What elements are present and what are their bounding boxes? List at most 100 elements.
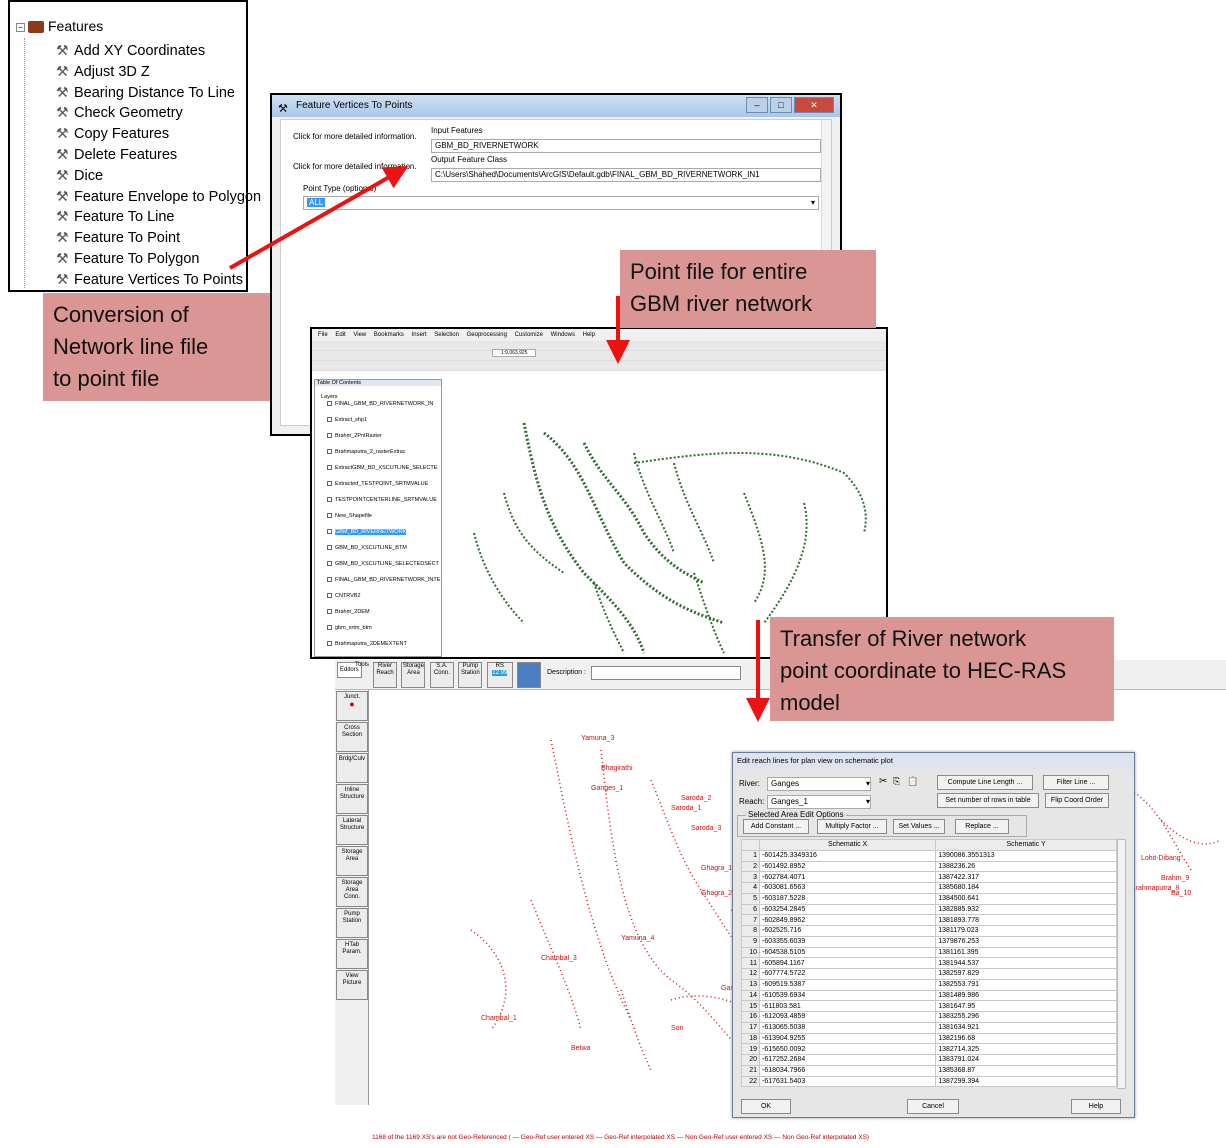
tool-item[interactable]: ⚒ Copy Features — [56, 123, 261, 144]
paste-icon[interactable]: 📋 — [907, 776, 918, 787]
cell-schematic-x[interactable]: -611803.581 — [758, 1000, 937, 1012]
htab-param-button[interactable]: HTab Param. — [336, 939, 368, 969]
sa-conn-button[interactable]: S.A. Conn. — [429, 662, 454, 688]
features-toolset[interactable]: − Features — [16, 18, 103, 34]
toc-layer[interactable]: New_Shapefile — [315, 512, 441, 528]
table-row[interactable]: 15 -611803.581 1381647.95 — [741, 1000, 1117, 1012]
cell-schematic-y[interactable]: 1382597.829 — [935, 968, 1117, 980]
tool-item[interactable]: ⚒ Adjust 3D Z — [56, 61, 261, 82]
arcmap-toolbar-1[interactable]: 1:9,063,925 — [312, 341, 886, 357]
cell-schematic-y[interactable]: 1382196.68 — [935, 1032, 1117, 1045]
cell-schematic-y[interactable]: 1381179.023 — [935, 925, 1117, 937]
cell-schematic-x[interactable]: -609519.5387 — [758, 978, 937, 991]
cell-schematic-y[interactable]: 1381944.537 — [935, 957, 1117, 969]
layer-checkbox[interactable] — [327, 417, 332, 423]
table-row[interactable]: 2 -601492.8952 1388236.26 — [741, 860, 1117, 873]
layer-checkbox[interactable] — [327, 513, 332, 519]
tool-item-feature-vertices[interactable]: ⚒ Feature Vertices To Points — [56, 269, 261, 290]
cell-schematic-x[interactable]: -607774.5722 — [758, 968, 937, 980]
tool-item[interactable]: ⚒ Check Geometry — [56, 102, 261, 123]
table-row[interactable]: 5 -603187.5228 1384500.641 — [741, 892, 1117, 905]
tool-item[interactable]: ⚒ Dice — [56, 165, 261, 186]
toc-layer[interactable]: TESTPOINTCENTERLINE_SRTMVALUE — [315, 496, 441, 512]
cancel-button[interactable]: Cancel — [907, 1099, 959, 1114]
tools-tab[interactable]: Tools — [355, 662, 369, 668]
cell-schematic-x[interactable]: -613904.9255 — [758, 1032, 937, 1045]
junction-button[interactable]: Junct. ● — [336, 691, 368, 721]
toc-layer[interactable]: Extract_shp1 — [315, 416, 441, 432]
compute-line-length-button[interactable]: Compute Line Length ... — [937, 775, 1033, 790]
table-row[interactable]: 12 -607774.5722 1382597.829 — [741, 968, 1117, 980]
point-type-select[interactable]: ALL ▾ — [303, 196, 819, 210]
cell-schematic-x[interactable]: -617631.5403 — [758, 1075, 937, 1088]
toc-layer[interactable]: Brahmaputra_2_rasterExtrac — [315, 448, 441, 464]
cell-schematic-y[interactable]: 1390086.3551313 — [935, 849, 1117, 862]
cell-schematic-y[interactable]: 1382714.325 — [935, 1043, 1117, 1055]
tool-item[interactable]: ⚒ Feature To Line — [56, 206, 261, 227]
layer-checkbox[interactable] — [327, 609, 332, 615]
toc-layer[interactable]: GBM_BD_RIVERNETWORK — [315, 528, 441, 544]
reach-select[interactable]: Ganges_1 ▾ — [767, 795, 871, 809]
layer-checkbox[interactable] — [327, 577, 332, 583]
flip-coord-button[interactable]: Flip Coord Order — [1045, 793, 1109, 808]
toc-layer[interactable]: Brahm_2PntRaster — [315, 432, 441, 448]
table-scrollbar[interactable] — [1117, 839, 1126, 1089]
cell-schematic-x[interactable]: -603187.5228 — [758, 892, 937, 905]
scale-field[interactable]: 1:9,063,925 — [492, 349, 537, 357]
layer-checkbox[interactable] — [327, 641, 332, 647]
map-icon-button[interactable] — [517, 662, 542, 688]
collapse-icon[interactable]: − — [16, 22, 25, 32]
maximize-button[interactable]: □ — [770, 97, 792, 113]
table-row[interactable]: 18 -613904.9255 1382196.68 — [741, 1032, 1117, 1045]
tool-item[interactable]: ⚒ Delete Features — [56, 144, 261, 165]
cell-schematic-y[interactable]: 1385680.184 — [935, 882, 1117, 894]
bridge-culvert-button[interactable]: Brdg/Culv — [336, 753, 368, 783]
table-row[interactable]: 8 -602525.716 1381179.023 — [741, 925, 1117, 937]
cell-schematic-x[interactable]: -603355.6039 — [758, 935, 937, 948]
cell-schematic-y[interactable]: 1384500.641 — [935, 892, 1117, 905]
tool-item[interactable]: ⚒ Feature To Point — [56, 227, 261, 248]
multiply-factor-button[interactable]: Multiply Factor ... — [817, 819, 887, 834]
input-features-field[interactable]: GBM_BD_RIVERNETWORK — [431, 139, 821, 153]
set-rows-button[interactable]: Set number of rows in table — [937, 793, 1039, 808]
toc-layer[interactable]: GBM_BD_XSCUTLINE_SELECTEDSECT — [315, 560, 441, 576]
layer-checkbox[interactable] — [327, 481, 332, 487]
cell-schematic-y[interactable]: 1381489.986 — [935, 989, 1117, 1002]
table-row[interactable]: 20 -617252.2684 1383791.024 — [741, 1054, 1117, 1066]
output-class-field[interactable]: C:\Users\Shahed\Documents\ArcGIS\Default… — [431, 168, 821, 182]
arcmap-toolbar-3[interactable] — [312, 361, 886, 371]
arcmap-toolbar-2[interactable] — [312, 351, 886, 361]
table-row[interactable]: 6 -603254.2845 1382885.932 — [741, 903, 1117, 916]
ok-button[interactable]: OK — [741, 1099, 791, 1114]
table-row[interactable]: 22 -617631.5403 1387299.394 — [741, 1075, 1117, 1088]
cell-schematic-y[interactable]: 1381647.95 — [935, 1000, 1117, 1012]
layer-checkbox[interactable] — [327, 529, 332, 535]
arcmap-menubar[interactable]: File Edit View Bookmarks Insert Selectio… — [312, 329, 886, 341]
table-row[interactable]: 10 -604538.5105 1381161.395 — [741, 946, 1117, 959]
cell-schematic-x[interactable]: -613065.5038 — [758, 1021, 937, 1034]
table-row[interactable]: 3 -602784.4071 1387422.317 — [741, 871, 1117, 883]
cell-schematic-x[interactable]: -601425.3349316 — [758, 849, 937, 862]
table-row[interactable]: 7 -602849.8962 1381893.778 — [741, 914, 1117, 926]
cell-schematic-y[interactable]: 1379876.253 — [935, 935, 1117, 948]
layer-checkbox[interactable] — [327, 449, 332, 455]
cell-schematic-x[interactable]: -602849.8962 — [758, 914, 937, 926]
cell-schematic-x[interactable]: -602525.716 — [758, 925, 937, 937]
copy-icon[interactable]: ⎘ — [893, 776, 900, 787]
cell-schematic-x[interactable]: -602784.4071 — [758, 871, 937, 883]
help-button[interactable]: Help — [1071, 1099, 1121, 1114]
cell-schematic-y[interactable]: 1385368.87 — [935, 1064, 1117, 1077]
cell-schematic-y[interactable]: 1383255.296 — [935, 1011, 1117, 1023]
view-picture-button[interactable]: View Picture — [336, 970, 368, 1000]
layer-checkbox[interactable] — [327, 433, 332, 439]
set-values-button[interactable]: Set Values ... — [893, 819, 945, 834]
river-reach-button[interactable]: River Reach — [373, 662, 397, 688]
table-row[interactable]: 9 -603355.6039 1379876.253 — [741, 935, 1117, 948]
cell-schematic-x[interactable]: -605894.1167 — [758, 957, 937, 969]
dropdown-arrow-icon[interactable]: ▾ — [811, 197, 815, 209]
layer-checkbox[interactable] — [327, 593, 332, 599]
table-row[interactable]: 1 -601425.3349316 1390086.3551313 — [741, 849, 1117, 862]
cell-schematic-x[interactable]: -612093.4859 — [758, 1011, 937, 1023]
help-link-input[interactable]: Click for more detailed information. — [293, 132, 417, 141]
table-row[interactable]: 17 -613065.5038 1381634.921 — [741, 1021, 1117, 1034]
